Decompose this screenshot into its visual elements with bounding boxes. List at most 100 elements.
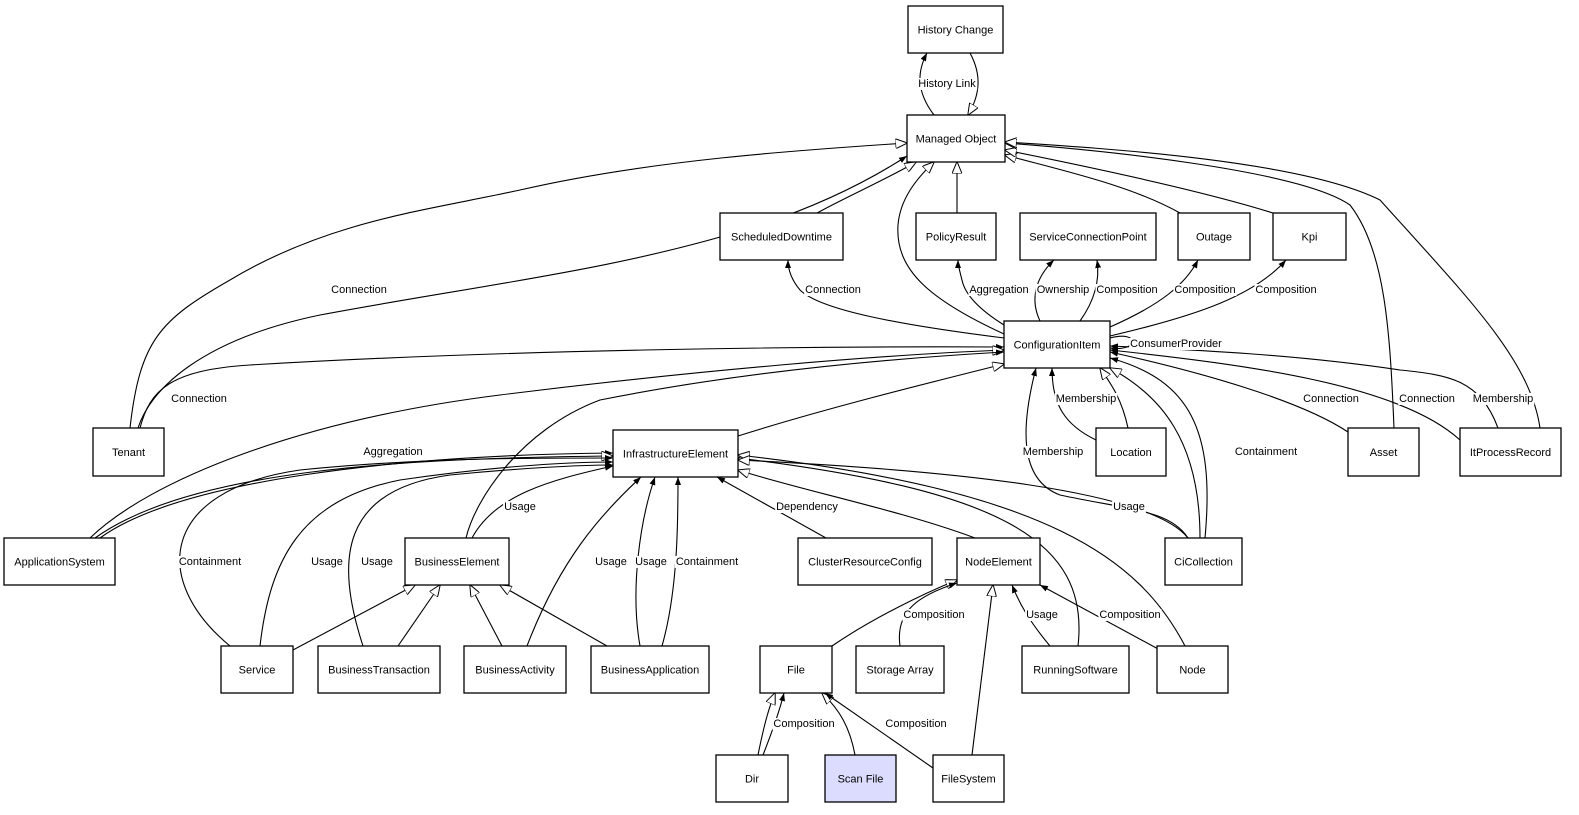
class-name: BusinessTransaction [328, 665, 430, 677]
class-node-StorageArray[interactable]: Storage Array [855, 645, 945, 694]
class-name: Kpi [1302, 232, 1318, 244]
class-node-File[interactable]: File [759, 645, 833, 694]
class-name: ItProcessRecord [1470, 447, 1551, 459]
class-name: Asset [1370, 447, 1398, 459]
class-node-PolicyResult[interactable]: PolicyResult [915, 212, 997, 261]
edge-label: Usage [1026, 609, 1058, 621]
generalization-edge-ApplicationSystem-ConfigurationItem [89, 350, 1004, 539]
edge-label: Ownership [1037, 284, 1090, 296]
class-name: FileSystem [941, 774, 995, 786]
generalization-edge-FileSystem-NodeElement [971, 585, 993, 756]
generalization-edge-Service-BusinessElement [292, 585, 415, 651]
class-name: PolicyResult [926, 232, 987, 244]
generalization-edge-Outage-ManagedObject [1005, 155, 1181, 214]
generalization-edge-InfrastructureElement-ConfigurationItem [737, 364, 1004, 437]
class-node-Kpi[interactable]: Kpi [1272, 212, 1347, 261]
class-node-Node[interactable]: Node [1156, 645, 1229, 694]
edge-label: Composition [773, 718, 834, 730]
edge-label: Membership [1473, 393, 1534, 405]
class-node-Service[interactable]: Service [220, 645, 294, 694]
edge-label: Usage [595, 556, 627, 568]
class-name: Managed Object [916, 134, 997, 146]
class-node-ClusterResourceConfig[interactable]: ClusterResourceConfig [797, 537, 933, 586]
class-name: ConfigurationItem [1014, 340, 1101, 352]
class-name: BusinessElement [415, 557, 500, 569]
class-node-FileSystem[interactable]: FileSystem [932, 754, 1005, 803]
class-node-InfrastructureElement[interactable]: InfrastructureElement [612, 429, 739, 478]
class-name: ApplicationSystem [14, 557, 105, 569]
edge-label: Usage [635, 556, 667, 568]
edge-label: Usage [1113, 501, 1145, 513]
edge-label: History Link [918, 78, 976, 90]
class-node-NodeElement[interactable]: NodeElement [956, 537, 1041, 586]
class-name: InfrastructureElement [623, 449, 728, 461]
edge-label: Membership [1056, 393, 1117, 405]
class-name: CiCollection [1174, 557, 1233, 569]
class-name: NodeElement [965, 557, 1032, 569]
class-name: File [787, 665, 805, 677]
association-edge-ConfigurationItem-Kpi [1109, 259, 1287, 337]
class-node-RunningSoftware[interactable]: RunningSoftware [1021, 645, 1130, 694]
association-edge-Tenant-ManagedObject [137, 155, 908, 429]
class-node-Tenant[interactable]: Tenant [92, 427, 165, 477]
class-node-ServiceConnectionPoint[interactable]: ServiceConnectionPoint [1019, 212, 1157, 261]
association-edge-ApplicationSystem-InfrastructureElement [99, 450, 614, 539]
edge-label: Aggregation [969, 284, 1028, 296]
class-node-BusinessTransaction[interactable]: BusinessTransaction [317, 645, 441, 694]
edge-label: Composition [1255, 284, 1316, 296]
class-name: Service [239, 665, 276, 677]
edge-label: Connection [1399, 393, 1455, 405]
association-edge-BusinessElement-InfrastructureElement [471, 464, 614, 539]
association-edge-Service-InfrastructureElement [179, 455, 614, 647]
class-node-BusinessActivity[interactable]: BusinessActivity [463, 645, 567, 694]
edge-label: Membership [1023, 446, 1084, 458]
edge-label: Composition [1174, 284, 1235, 296]
generalization-edge-Kpi-ManagedObject [1005, 150, 1274, 214]
class-name: ScheduledDowntime [731, 232, 832, 244]
generalization-edge-ScheduledDowntime-ManagedObject [816, 162, 916, 214]
class-node-Outage[interactable]: Outage [1177, 212, 1251, 261]
edge-label: Containment [1235, 446, 1297, 458]
class-name: ServiceConnectionPoint [1029, 232, 1146, 244]
generalization-edge-NodeElement-InfrastructureElement [738, 470, 976, 539]
class-name: ClusterResourceConfig [808, 557, 922, 569]
class-node-BusinessElement[interactable]: BusinessElement [404, 537, 510, 586]
edge-label: Composition [1099, 609, 1160, 621]
class-name: RunningSoftware [1033, 665, 1117, 677]
edge-label: Containment [179, 556, 241, 568]
class-node-Asset[interactable]: Asset [1347, 427, 1420, 477]
class-node-BusinessApplication[interactable]: BusinessApplication [590, 645, 710, 694]
edge-label: Composition [1096, 284, 1157, 296]
edge-label: Connection [1303, 393, 1359, 405]
class-node-ScanFile[interactable]: Scan File [824, 754, 897, 803]
class-node-ItProcessRecord[interactable]: ItProcessRecord [1459, 427, 1562, 477]
class-name: BusinessApplication [601, 665, 699, 677]
edge-label: Composition [903, 609, 964, 621]
class-node-ApplicationSystem[interactable]: ApplicationSystem [3, 537, 116, 586]
edge-label: Usage [361, 556, 393, 568]
class-node-ScheduledDowntime[interactable]: ScheduledDowntime [719, 212, 844, 261]
class-name: History Change [918, 25, 994, 37]
class-name: Tenant [112, 447, 145, 459]
class-node-HistoryChange[interactable]: History Change [907, 5, 1004, 54]
association-edge-Tenant-ConfigurationItem [139, 343, 1005, 429]
generalization-edge-BusinessTransaction-BusinessElement [397, 585, 440, 647]
class-name: Location [1110, 447, 1152, 459]
class-node-CiCollection[interactable]: CiCollection [1164, 537, 1243, 586]
edge-label: Containment [676, 556, 738, 568]
edge-label: Usage [504, 501, 536, 513]
edge-label: Connection [805, 284, 861, 296]
generalization-edge-BusinessActivity-BusinessElement [470, 585, 503, 647]
class-name: BusinessActivity [475, 665, 555, 677]
edge-label: Connection [171, 393, 227, 405]
class-node-Dir[interactable]: Dir [715, 754, 789, 803]
class-node-Location[interactable]: Location [1095, 427, 1167, 477]
class-name: Storage Array [866, 665, 934, 677]
edge-label: Aggregation [363, 446, 422, 458]
edge-label: Composition [885, 718, 946, 730]
class-name: Scan File [838, 774, 884, 786]
edge-label: Dependency [776, 501, 838, 513]
class-name: Node [1179, 665, 1205, 677]
class-node-ManagedObject[interactable]: Managed Object [906, 114, 1006, 163]
class-node-ConfigurationItem[interactable]: ConfigurationItem [1003, 320, 1111, 369]
